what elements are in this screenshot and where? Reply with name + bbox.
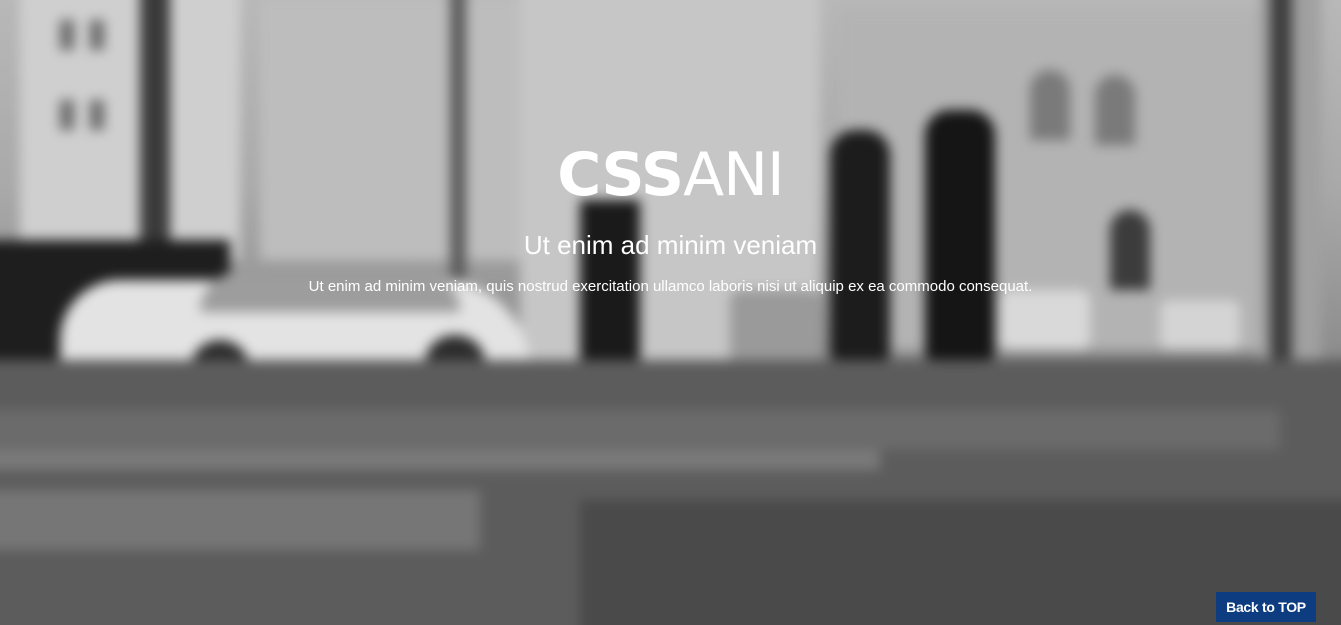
hero-description: Ut enim ad minim veniam, quis nostrud ex… xyxy=(308,278,1033,295)
brand-light: ANI xyxy=(683,140,785,210)
hero-subtitle: Ut enim ad minim veniam xyxy=(523,230,818,260)
brand-bold: CSS xyxy=(557,140,684,210)
back-to-top-button[interactable]: Back to TOP xyxy=(1216,592,1316,622)
hero-section: CSSANI Ut enim ad minim veniam Ut enim a… xyxy=(0,0,1341,625)
brand-logo-text: CSSANI xyxy=(0,140,1341,210)
